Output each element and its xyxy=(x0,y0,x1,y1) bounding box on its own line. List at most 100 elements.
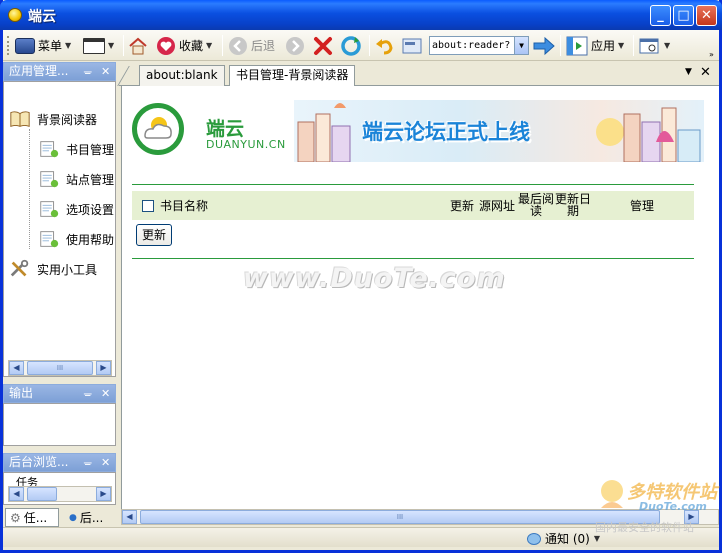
go-button[interactable] xyxy=(532,34,556,57)
apps-label: 应用 xyxy=(591,39,616,53)
logo-cn-text: 端云 xyxy=(206,118,245,140)
notify-label: 通知 (0) xyxy=(545,532,590,546)
pin-icon[interactable]: ᚚ xyxy=(84,63,92,80)
logo-en-text: DUANYUN.CN xyxy=(206,138,286,151)
menu-button[interactable]: 菜单 ▼ xyxy=(15,34,71,57)
app-manager-panel-header[interactable]: 应用管理... ᚚ ✕ xyxy=(3,62,116,81)
document-tabbar: about:blank 书目管理-背景阅读器 ▼ ✕ xyxy=(117,62,719,87)
tab-tasks[interactable]: ⚙ 任... xyxy=(5,508,59,527)
duanyun-logo[interactable] xyxy=(132,103,184,155)
tree-label: 使用帮助 xyxy=(66,232,115,247)
book-table-header: 书目名称 更新 源网址 最后阅 读 更新日 期 管理 xyxy=(132,191,694,220)
cloud-sun-icon xyxy=(144,117,172,139)
watermark-text: www.DuoTe.com xyxy=(243,263,506,294)
tab-list-chevron-icon[interactable]: ▼ xyxy=(685,67,692,77)
duote-stamp-logo: 多特软件站 DuoTe.com 国内最安全的软件站 xyxy=(595,478,719,536)
tab-book-manage[interactable]: 书目管理-背景阅读器 xyxy=(229,65,356,87)
gear-icon: ⚙ xyxy=(10,510,21,525)
stop-button[interactable] xyxy=(313,34,333,57)
toolbar-separator xyxy=(369,35,370,56)
output-panel-header[interactable]: 输出 ᚚ ✕ xyxy=(3,384,116,403)
tab-background[interactable]: ● 后... xyxy=(65,508,107,527)
notify-button[interactable]: 通知 (0) ▼ xyxy=(527,530,600,547)
apps-button[interactable]: 应用 ▼ xyxy=(566,34,624,57)
chevron-down-icon: ▼ xyxy=(206,41,213,50)
refresh-button[interactable] xyxy=(340,34,362,57)
minimize-button[interactable]: _ xyxy=(650,5,671,26)
forward-button[interactable] xyxy=(285,34,305,57)
maximize-button[interactable]: □ xyxy=(673,5,694,26)
forward-arrow-icon xyxy=(286,36,304,55)
scroll-thumb[interactable] xyxy=(27,487,57,501)
chevron-down-icon: ▼ xyxy=(664,41,671,50)
tree-item-bg-reader[interactable]: 背景阅读器 xyxy=(9,109,97,129)
col-book-name[interactable]: 书目名称 xyxy=(160,200,208,212)
scroll-right-icon[interactable]: ▶ xyxy=(96,487,111,501)
close-icon[interactable]: ✕ xyxy=(101,385,110,402)
col-update[interactable]: 更新 xyxy=(450,200,474,212)
toolbar-separator xyxy=(633,35,634,56)
scroll-left-icon[interactable]: ◀ xyxy=(9,487,24,501)
toolbar-separator xyxy=(560,35,561,56)
bg-browse-hscrollbar[interactable]: ◀ ▶ xyxy=(8,486,112,502)
select-all-checkbox[interactable] xyxy=(142,200,154,212)
heart-icon xyxy=(157,36,175,55)
stamp-slogan: 国内最安全的软件站 xyxy=(595,521,694,534)
col-update-date[interactable]: 更新日 期 xyxy=(553,193,593,217)
bg-browse-panel-header[interactable]: 后台浏览... ᚚ ✕ xyxy=(3,453,116,472)
view-options-button[interactable]: ▼ xyxy=(639,34,670,57)
pin-icon[interactable]: ᚚ xyxy=(84,454,92,471)
close-icon[interactable]: ✕ xyxy=(101,454,110,471)
tree-item-book-manage[interactable]: 书目管理 xyxy=(38,139,114,159)
tree-item-tools[interactable]: 实用小工具 xyxy=(9,259,97,279)
col-update-date-line2: 期 xyxy=(566,204,579,218)
app-manager-hscrollbar[interactable]: ◀ III ▶ xyxy=(8,360,112,376)
stamp-site: DuoTe.com xyxy=(639,500,707,513)
pin-icon[interactable]: ᚚ xyxy=(84,385,92,402)
forum-banner[interactable]: 端云论坛正式上线 xyxy=(294,100,704,162)
tools-icon xyxy=(10,259,29,277)
col-manage[interactable]: 管理 xyxy=(630,200,654,212)
window-search-icon xyxy=(639,38,659,53)
window-title: 端云 xyxy=(28,9,56,25)
tree-guide-line xyxy=(29,129,30,249)
chevron-down-icon: ▼ xyxy=(618,41,625,50)
window-layout-button[interactable]: ▼ xyxy=(83,34,114,57)
tree-item-options[interactable]: 选项设置 xyxy=(38,199,114,219)
scroll-left-icon[interactable]: ◀ xyxy=(122,510,137,524)
undo-button[interactable] xyxy=(375,34,395,57)
close-button[interactable]: ✕ xyxy=(696,5,717,26)
home-button[interactable] xyxy=(128,34,148,57)
tree-item-site-manage[interactable]: 站点管理 xyxy=(38,169,114,189)
scroll-thumb[interactable]: III xyxy=(140,510,660,524)
favorites-button[interactable]: 收藏 ▼ xyxy=(156,34,212,57)
scroll-left-icon[interactable]: ◀ xyxy=(9,361,24,375)
toolbar-separator xyxy=(222,35,223,56)
go-arrow-icon xyxy=(533,36,555,55)
back-button[interactable]: 后退 xyxy=(228,34,275,57)
toolbar-overflow-icon[interactable]: » xyxy=(709,50,714,59)
col-source-url[interactable]: 源网址 xyxy=(479,200,515,212)
page-gear-icon xyxy=(40,231,59,248)
toolbar-grip[interactable] xyxy=(7,36,10,55)
scroll-right-icon[interactable]: ▶ xyxy=(96,361,111,375)
title-bar[interactable]: 端云 _ □ ✕ xyxy=(0,0,722,30)
address-input[interactable]: about:reader? ▼ xyxy=(429,36,529,55)
chevron-down-icon[interactable]: ▼ xyxy=(514,37,528,54)
address-go-icon-button[interactable] xyxy=(401,34,423,57)
back-arrow-icon xyxy=(229,36,247,55)
close-icon[interactable]: ✕ xyxy=(101,63,110,80)
main-toolbar: 菜单 ▼ ▼ 收藏 ▼ 后退 about:reader? ▼ 应用 ▼ ▼ » xyxy=(3,30,719,61)
close-tab-icon[interactable]: ✕ xyxy=(700,65,711,80)
back-label: 后退 xyxy=(251,39,276,53)
scroll-thumb[interactable]: III xyxy=(27,361,93,375)
col-last-read[interactable]: 最后阅 读 xyxy=(516,193,556,217)
tab-about-blank[interactable]: about:blank xyxy=(139,65,225,86)
monitor-icon xyxy=(15,37,35,54)
update-button[interactable]: 更新 xyxy=(136,224,172,246)
chat-bubble-icon xyxy=(527,532,541,545)
tree-item-help[interactable]: 使用帮助 xyxy=(38,229,114,249)
output-panel xyxy=(3,403,116,446)
page-gear-icon xyxy=(40,201,59,218)
favorites-label: 收藏 xyxy=(179,39,204,53)
